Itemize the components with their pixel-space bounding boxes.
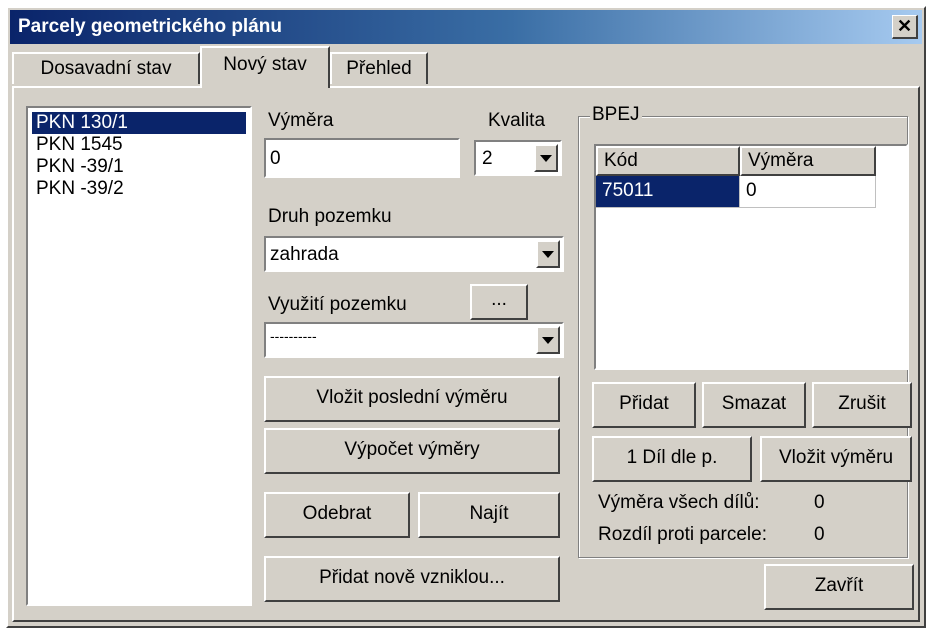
- odebrat-button[interactable]: Odebrat: [264, 492, 410, 538]
- bpej-zrusit-button[interactable]: Zrušit: [812, 382, 912, 428]
- bpej-legend: BPEJ: [590, 104, 642, 126]
- bpej-cell-vymera[interactable]: 0: [740, 176, 876, 208]
- close-button[interactable]: ✕: [892, 15, 918, 39]
- list-item[interactable]: PKN -39/1: [32, 156, 128, 178]
- tab-prehled[interactable]: Přehled: [330, 52, 428, 84]
- vyuziti-value: ----------: [270, 328, 317, 344]
- bpej-1-dil-button[interactable]: 1 Díl dle p.: [592, 436, 752, 482]
- window-title: Parcely geometrického plánu: [18, 16, 282, 37]
- vlozit-posledni-vymeru-button[interactable]: Vložit poslední výměru: [264, 376, 560, 422]
- close-icon: ✕: [896, 16, 913, 36]
- list-item[interactable]: PKN -39/2: [32, 178, 128, 200]
- druh-value: zahrada: [270, 244, 339, 265]
- column-header-kod[interactable]: Kód: [596, 146, 740, 176]
- bpej-smazat-button[interactable]: Smazat: [702, 382, 806, 428]
- bpej-cell-kod[interactable]: 75011: [596, 176, 740, 208]
- tab-novy-stav[interactable]: Nový stav: [200, 46, 330, 88]
- vymera-value: 0: [270, 148, 281, 169]
- tab-label: Nový stav: [223, 54, 307, 75]
- bpej-vlozit-vymeru-button[interactable]: Vložit výměru: [760, 436, 912, 482]
- rozdil-proti-parcele-value: 0: [814, 524, 825, 545]
- bpej-grid[interactable]: Kód Výměra 75011 0: [594, 144, 908, 370]
- dialog-window: Parcely geometrického plánu ✕ Dosavadní …: [6, 6, 926, 628]
- tab-label: Přehled: [346, 58, 412, 79]
- vymera-vsech-dilu-label: Výměra všech dílů:: [598, 492, 760, 513]
- vyuziti-dropdown-button[interactable]: [536, 326, 560, 354]
- pridat-nove-vzniklou-button[interactable]: Přidat nově vzniklou...: [264, 556, 560, 602]
- vyuziti-label: Využití pozemku: [268, 294, 407, 315]
- parcel-list[interactable]: PKN 130/1 PKN 1545 PKN -39/1 PKN -39/2: [26, 106, 252, 606]
- najit-button[interactable]: Najít: [418, 492, 560, 538]
- zavrit-button[interactable]: Zavřít: [764, 564, 914, 610]
- tab-label: Dosavadní stav: [40, 58, 172, 79]
- kvalita-dropdown-button[interactable]: [534, 144, 558, 172]
- tab-dosavadni-stav[interactable]: Dosavadní stav: [12, 52, 200, 84]
- rozdil-proti-parcele-label: Rozdíl proti parcele:: [598, 524, 767, 545]
- druh-label: Druh pozemku: [268, 206, 392, 227]
- kvalita-label: Kvalita: [488, 110, 546, 131]
- bpej-pridat-button[interactable]: Přidat: [592, 382, 696, 428]
- vyuziti-browse-button[interactable]: ...: [470, 284, 528, 320]
- vyuziti-select[interactable]: ----------: [264, 322, 564, 358]
- chevron-down-icon: [540, 155, 552, 162]
- chevron-down-icon: [542, 337, 554, 344]
- chevron-down-icon: [542, 251, 554, 258]
- druh-select[interactable]: zahrada: [264, 236, 564, 272]
- list-item[interactable]: PKN 130/1: [32, 112, 246, 134]
- tab-panel: PKN 130/1 PKN 1545 PKN -39/1 PKN -39/2 V…: [12, 86, 920, 622]
- column-header-vymera[interactable]: Výměra: [740, 146, 876, 176]
- kvalita-value: 2: [482, 148, 493, 169]
- kvalita-select[interactable]: 2: [474, 140, 562, 176]
- vymera-input[interactable]: 0: [264, 138, 460, 178]
- list-item[interactable]: PKN 1545: [32, 134, 127, 156]
- vymera-vsech-dilu-value: 0: [814, 492, 825, 513]
- druh-dropdown-button[interactable]: [536, 240, 560, 268]
- vymera-label: Výměra: [268, 110, 334, 131]
- title-bar[interactable]: Parcely geometrického plánu ✕: [10, 10, 922, 44]
- vypocet-vymery-button[interactable]: Výpočet výměry: [264, 428, 560, 474]
